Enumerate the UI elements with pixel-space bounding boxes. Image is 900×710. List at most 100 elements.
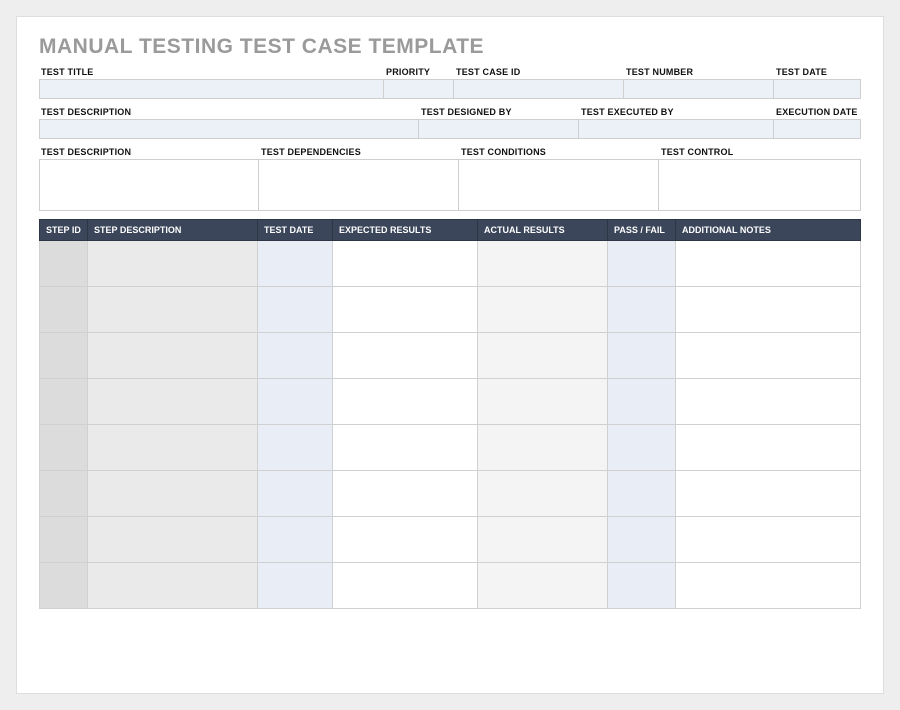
cell-additional-notes[interactable] bbox=[676, 333, 861, 379]
field-test-date[interactable] bbox=[774, 79, 861, 99]
field-test-control[interactable] bbox=[659, 159, 861, 211]
cell-actual-results[interactable] bbox=[478, 333, 608, 379]
cell-expected-results[interactable] bbox=[333, 241, 478, 287]
cell-step-id[interactable] bbox=[40, 333, 88, 379]
field-test-description-2[interactable] bbox=[39, 159, 259, 211]
steps-table: STEP ID STEP DESCRIPTION TEST DATE EXPEC… bbox=[39, 219, 861, 609]
cell-additional-notes[interactable] bbox=[676, 241, 861, 287]
cell-pass-fail[interactable] bbox=[608, 333, 676, 379]
cell-pass-fail[interactable] bbox=[608, 425, 676, 471]
cell-step-description[interactable] bbox=[88, 471, 258, 517]
cell-step-description[interactable] bbox=[88, 333, 258, 379]
cell-actual-results[interactable] bbox=[478, 563, 608, 609]
cell-additional-notes[interactable] bbox=[676, 425, 861, 471]
cell-expected-results[interactable] bbox=[333, 517, 478, 563]
label-test-title: TEST TITLE bbox=[39, 65, 384, 79]
cell-pass-fail[interactable] bbox=[608, 241, 676, 287]
label-test-number: TEST NUMBER bbox=[624, 65, 774, 79]
cell-actual-results[interactable] bbox=[478, 241, 608, 287]
cell-step-description[interactable] bbox=[88, 287, 258, 333]
cell-step-id[interactable] bbox=[40, 287, 88, 333]
cell-expected-results[interactable] bbox=[333, 287, 478, 333]
cell-pass-fail[interactable] bbox=[608, 379, 676, 425]
cell-step-id[interactable] bbox=[40, 517, 88, 563]
cell-step-description[interactable] bbox=[88, 241, 258, 287]
label-test-date: TEST DATE bbox=[774, 65, 861, 79]
label-test-control: TEST CONTROL bbox=[659, 145, 861, 159]
meta-row-3: TEST DESCRIPTION TEST DEPENDENCIES TEST … bbox=[39, 145, 861, 211]
col-header-actual-results: ACTUAL RESULTS bbox=[478, 220, 608, 241]
cell-actual-results[interactable] bbox=[478, 379, 608, 425]
cell-expected-results[interactable] bbox=[333, 425, 478, 471]
cell-test-date[interactable] bbox=[258, 333, 333, 379]
cell-step-id[interactable] bbox=[40, 379, 88, 425]
label-test-executed-by: TEST EXECUTED BY bbox=[579, 105, 774, 119]
label-test-description-2: TEST DESCRIPTION bbox=[39, 145, 259, 159]
cell-test-date[interactable] bbox=[258, 517, 333, 563]
label-test-case-id: TEST CASE ID bbox=[454, 65, 624, 79]
cell-step-description[interactable] bbox=[88, 379, 258, 425]
cell-expected-results[interactable] bbox=[333, 333, 478, 379]
cell-test-date[interactable] bbox=[258, 287, 333, 333]
cell-additional-notes[interactable] bbox=[676, 471, 861, 517]
field-test-executed-by[interactable] bbox=[579, 119, 774, 139]
steps-header-row: STEP ID STEP DESCRIPTION TEST DATE EXPEC… bbox=[40, 220, 861, 241]
col-header-test-date: TEST DATE bbox=[258, 220, 333, 241]
cell-additional-notes[interactable] bbox=[676, 517, 861, 563]
col-header-step-id: STEP ID bbox=[40, 220, 88, 241]
cell-test-date[interactable] bbox=[258, 241, 333, 287]
table-row bbox=[40, 471, 861, 517]
cell-actual-results[interactable] bbox=[478, 425, 608, 471]
cell-actual-results[interactable] bbox=[478, 287, 608, 333]
cell-expected-results[interactable] bbox=[333, 563, 478, 609]
label-execution-date: EXECUTION DATE bbox=[774, 105, 861, 119]
cell-pass-fail[interactable] bbox=[608, 563, 676, 609]
field-priority[interactable] bbox=[384, 79, 454, 99]
label-test-designed-by: TEST DESIGNED BY bbox=[419, 105, 579, 119]
cell-pass-fail[interactable] bbox=[608, 471, 676, 517]
cell-actual-results[interactable] bbox=[478, 471, 608, 517]
col-header-additional-notes: ADDITIONAL NOTES bbox=[676, 220, 861, 241]
cell-expected-results[interactable] bbox=[333, 471, 478, 517]
cell-actual-results[interactable] bbox=[478, 517, 608, 563]
table-row bbox=[40, 379, 861, 425]
cell-expected-results[interactable] bbox=[333, 379, 478, 425]
cell-additional-notes[interactable] bbox=[676, 287, 861, 333]
cell-test-date[interactable] bbox=[258, 563, 333, 609]
field-test-case-id[interactable] bbox=[454, 79, 624, 99]
cell-additional-notes[interactable] bbox=[676, 563, 861, 609]
col-header-pass-fail: PASS / FAIL bbox=[608, 220, 676, 241]
table-row bbox=[40, 287, 861, 333]
cell-test-date[interactable] bbox=[258, 471, 333, 517]
field-test-number[interactable] bbox=[624, 79, 774, 99]
meta-row-1: TEST TITLE PRIORITY TEST CASE ID TEST NU… bbox=[39, 65, 861, 99]
col-header-step-description: STEP DESCRIPTION bbox=[88, 220, 258, 241]
cell-step-description[interactable] bbox=[88, 563, 258, 609]
cell-step-description[interactable] bbox=[88, 425, 258, 471]
cell-test-date[interactable] bbox=[258, 379, 333, 425]
field-execution-date[interactable] bbox=[774, 119, 861, 139]
cell-test-date[interactable] bbox=[258, 425, 333, 471]
cell-step-id[interactable] bbox=[40, 241, 88, 287]
field-test-designed-by[interactable] bbox=[419, 119, 579, 139]
field-test-dependencies[interactable] bbox=[259, 159, 459, 211]
table-row bbox=[40, 563, 861, 609]
cell-step-id[interactable] bbox=[40, 471, 88, 517]
cell-pass-fail[interactable] bbox=[608, 287, 676, 333]
label-test-dependencies: TEST DEPENDENCIES bbox=[259, 145, 459, 159]
field-test-title[interactable] bbox=[39, 79, 384, 99]
table-row bbox=[40, 517, 861, 563]
cell-step-id[interactable] bbox=[40, 563, 88, 609]
meta-row-2: TEST DESCRIPTION TEST DESIGNED BY TEST E… bbox=[39, 105, 861, 139]
page-title: MANUAL TESTING TEST CASE TEMPLATE bbox=[39, 35, 861, 59]
field-test-conditions[interactable] bbox=[459, 159, 659, 211]
col-header-expected-results: EXPECTED RESULTS bbox=[333, 220, 478, 241]
field-test-description[interactable] bbox=[39, 119, 419, 139]
cell-step-id[interactable] bbox=[40, 425, 88, 471]
cell-pass-fail[interactable] bbox=[608, 517, 676, 563]
table-row bbox=[40, 241, 861, 287]
cell-step-description[interactable] bbox=[88, 517, 258, 563]
cell-additional-notes[interactable] bbox=[676, 379, 861, 425]
template-page: MANUAL TESTING TEST CASE TEMPLATE TEST T… bbox=[16, 16, 884, 694]
label-test-conditions: TEST CONDITIONS bbox=[459, 145, 659, 159]
